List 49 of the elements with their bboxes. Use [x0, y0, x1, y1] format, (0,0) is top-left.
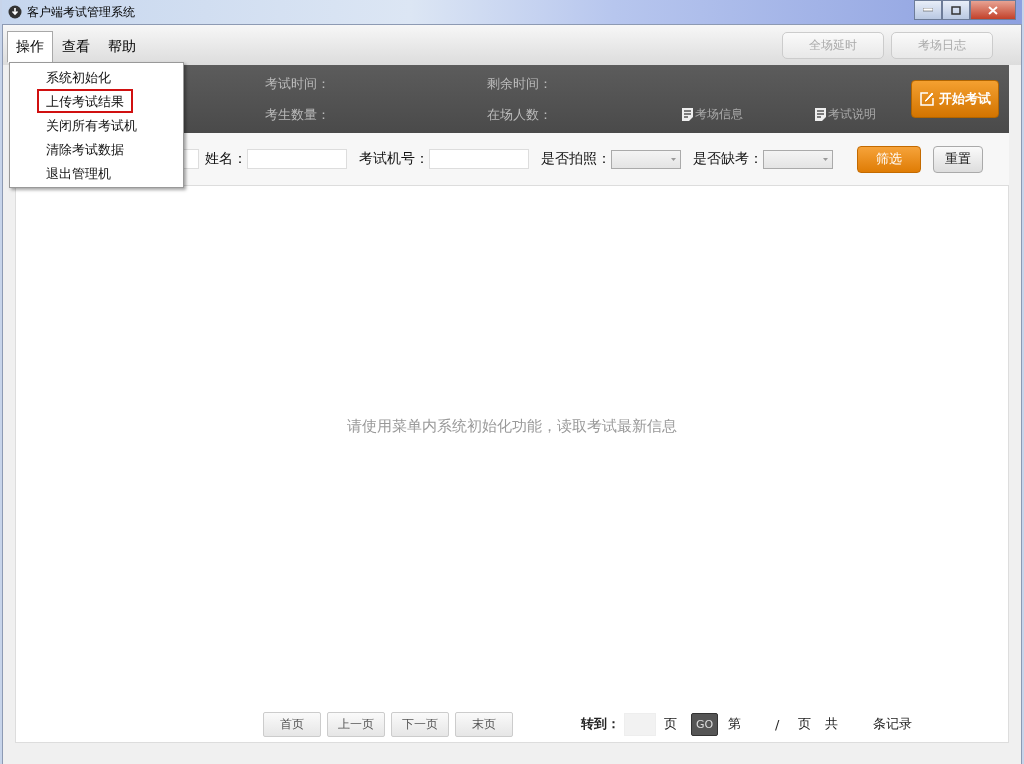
filter-label: 姓名： [205, 150, 247, 168]
info-label: 考试时间： [265, 74, 331, 93]
caret-icon [823, 157, 828, 161]
caret-icon [671, 157, 676, 161]
page-button[interactable]: 末页 [455, 711, 513, 737]
text-field[interactable] [429, 149, 529, 169]
document-icon [815, 108, 826, 121]
menu-item[interactable]: 帮助 [99, 31, 145, 63]
records-label: 条记录 [873, 715, 913, 733]
close-button[interactable] [970, 0, 1016, 20]
page-button[interactable]: 下一页 [391, 711, 449, 737]
goto-label: 转到： [581, 715, 620, 733]
info-label: 考生数量： [265, 105, 331, 124]
document-icon [682, 108, 693, 121]
minimize-icon [923, 8, 933, 12]
info-label: 在场人数： [487, 105, 553, 124]
menu-item[interactable]: 关闭所有考试机 [37, 113, 146, 137]
menu-item[interactable]: 退出管理机 [37, 161, 120, 185]
maximize-button[interactable] [942, 0, 970, 20]
filter-label: 是否缺考： [693, 150, 763, 168]
empty-state-message: 请使用菜单内系统初始化功能，读取考试最新信息 [347, 416, 677, 436]
menu-item[interactable]: 查看 [53, 31, 99, 63]
maximize-icon [951, 5, 961, 15]
info-link[interactable]: 考场信息 [695, 106, 743, 123]
separator-label: / [775, 716, 780, 732]
close-icon [988, 5, 998, 15]
minimize-button[interactable] [914, 0, 942, 20]
filter-label: 考试机号： [359, 150, 429, 168]
page-button[interactable]: 首页 [263, 711, 321, 737]
dropdown-field[interactable] [611, 149, 681, 169]
page-prefix-label: 第 [728, 715, 741, 733]
page-button[interactable]: 上一页 [327, 711, 385, 737]
window-title: 客户端考试管理系统 [27, 3, 135, 21]
go-button[interactable]: GO [691, 712, 718, 736]
dropdown-field[interactable] [763, 149, 833, 169]
menu-item[interactable]: 操作 [7, 31, 53, 63]
info-link[interactable]: 考试说明 [828, 106, 876, 123]
app-icon [8, 5, 22, 19]
info-label: 剩余时间： [487, 74, 553, 93]
text-field[interactable] [247, 149, 347, 169]
total-prefix-label: 共 [825, 715, 839, 733]
edit-icon [919, 92, 934, 106]
filter-label: 是否拍照： [541, 150, 611, 168]
menu-item[interactable]: 上传考试结果 [37, 89, 133, 113]
reset-button[interactable]: 重置 [933, 145, 983, 173]
menu-item[interactable]: 系统初始化 [37, 65, 120, 89]
menu-item[interactable]: 清除考试数据 [37, 137, 133, 161]
page-unit-label: 页 [664, 715, 677, 733]
page-suffix-label: 页 [798, 715, 812, 733]
